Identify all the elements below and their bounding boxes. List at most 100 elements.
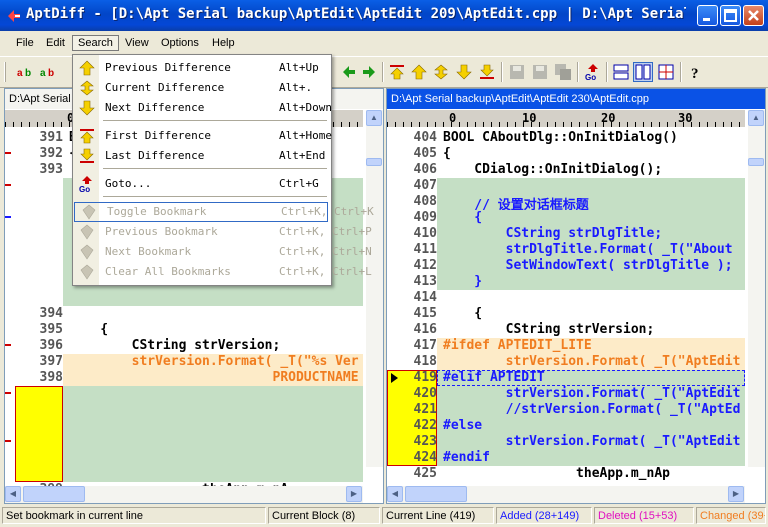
arrow-last-icon [80,148,94,163]
menu-view[interactable]: View [120,36,154,50]
line-text: strVersion.Format( _T("AptEdit [443,434,741,449]
menu-item-clear-all-bookmarks[interactable]: Clear All Bookmarks Ctrl+K, Ctrl+L [73,263,372,281]
menu-item-goto[interactable]: Go Goto... Ctrl+G [73,175,331,193]
code-line[interactable]: 416 CString strVersion; [387,322,745,338]
scroll-right-button[interactable]: ▶ [728,486,744,502]
code-line[interactable]: 408 // 设置对话框标题 [387,194,745,213]
scroll-up-button[interactable]: ▲ [748,110,764,126]
line-number: 406 [413,162,437,177]
code-line[interactable] [5,386,363,402]
menu-search[interactable]: Search [72,35,119,51]
code-line[interactable]: 412 SetWindowText( strDlgTitle ); [387,258,745,274]
left-vertical-scrollbar[interactable]: ▲ [366,110,383,467]
menu-item-current-difference[interactable]: Current Difference Alt+. [73,79,331,97]
code-line[interactable] [5,466,363,482]
line-text: CString strVersion; [69,338,281,353]
save-right-icon[interactable] [531,63,549,81]
code-line[interactable]: 404 BOOL CAboutDlg::OnInitDialog() [387,130,745,146]
code-line[interactable] [5,290,363,306]
code-line[interactable]: 411 strDlgTitle.Format( _T("About [387,242,745,258]
scroll-thumb[interactable] [748,158,764,166]
bookmark-clear-icon [80,264,94,280]
code-line[interactable]: 395 { [5,322,363,338]
prev-file-icon[interactable] [340,63,358,81]
code-line[interactable]: 406 CDialog::OnInitDialog(); [387,162,745,178]
line-number: 394 [39,306,63,321]
menu-edit[interactable]: Edit [41,36,70,50]
help-icon[interactable]: ? [687,63,705,81]
code-line[interactable]: 423 strVersion.Format( _T("AptEdit [387,434,745,450]
scroll-thumb[interactable] [405,486,467,502]
right-vertical-scrollbar[interactable]: ▲ [748,110,765,467]
menu-item-previous-difference[interactable]: Previous Difference Alt+Up [73,59,331,77]
code-line[interactable]: 420 strVersion.Format( _T("AptEdit [387,386,745,402]
code-line[interactable]: 396 CString strVersion; [5,338,363,354]
scroll-left-button[interactable]: ◀ [5,486,21,502]
line-number: 415 [413,306,437,321]
menu-item-last-difference[interactable]: Last Difference Alt+End [73,147,331,165]
code-line[interactable] [5,434,363,450]
next-difference-icon[interactable] [455,63,473,81]
code-line[interactable]: 398 PRODUCTNAME [5,370,363,386]
code-line[interactable]: 421 //strVersion.Format( _T("AptEd [387,402,745,418]
code-line[interactable]: 415 { [387,306,745,322]
menu-help[interactable]: Help [207,36,240,50]
code-line[interactable] [5,418,363,434]
code-line[interactable]: 409 { [387,210,745,226]
code-line[interactable]: 425 theApp.m_nAp [387,466,745,482]
compare-ab-icon[interactable]: ab [40,63,58,81]
menu-item-next-difference[interactable]: Next Difference Alt+Down [73,99,332,117]
line-number: 392 [39,146,63,161]
minimize-button[interactable] [697,5,718,26]
single-view-icon[interactable] [657,63,675,81]
status-deleted: Deleted (15+53) [594,507,694,524]
first-difference-icon[interactable] [388,63,406,81]
menu-item-toggle-bookmark[interactable]: Toggle Bookmark Ctrl+K, Ctrl+K [74,202,374,222]
code-line[interactable]: 424 #endif [387,450,745,466]
svg-text:Go: Go [79,185,90,192]
menu-item-shortcut: Ctrl+K, Ctrl+N [279,245,372,258]
previous-difference-icon[interactable] [410,63,428,81]
menu-item-next-bookmark[interactable]: Next Bookmark Ctrl+K, Ctrl+N [73,243,372,261]
save-left-icon[interactable] [508,63,526,81]
code-line[interactable] [5,450,363,466]
code-line[interactable]: 397 strVersion.Format( _T("%s Ver [5,354,363,370]
scroll-thumb[interactable] [23,486,85,502]
line-text: CDialog::OnInitDialog(); [443,162,663,177]
menu-options[interactable]: Options [156,36,204,50]
left-horizontal-scrollbar[interactable]: ◀ ▶ [5,486,363,503]
code-line[interactable]: 394 [5,306,363,322]
menu-item-previous-bookmark[interactable]: Previous Bookmark Ctrl+K, Ctrl+P [73,223,372,241]
menu-file[interactable]: File [11,36,39,50]
code-line[interactable]: 418 strVersion.Format( _T("AptEdit [387,354,745,370]
scroll-right-button[interactable]: ▶ [346,486,362,502]
line-number: 405 [413,146,437,161]
save-all-icon[interactable] [554,63,572,81]
code-line[interactable]: 414 [387,290,745,306]
next-file-icon[interactable] [360,63,378,81]
code-line[interactable]: 407 [387,178,745,194]
code-line[interactable]: 413 } [387,274,745,290]
code-line[interactable]: 417 #ifdef APTEDIT_LITE [387,338,745,354]
current-difference-icon[interactable] [432,63,450,81]
scroll-up-button[interactable]: ▲ [366,110,382,126]
right-file-pane[interactable]: D:\Apt Serial backup\AptEdit\AptEdit 230… [386,88,766,504]
right-horizontal-scrollbar[interactable]: ◀ ▶ [387,486,745,503]
maximize-button[interactable] [720,5,741,26]
scroll-left-button[interactable]: ◀ [387,486,403,502]
swap-ab-icon[interactable]: ab [17,63,35,81]
last-difference-icon[interactable] [478,63,496,81]
code-line[interactable]: 405 { [387,146,745,162]
close-button[interactable] [743,5,764,26]
code-line[interactable] [5,402,363,418]
horizontal-split-icon[interactable] [612,63,630,81]
scroll-thumb[interactable] [366,158,382,166]
code-line[interactable]: 422 #else [387,418,745,434]
line-text: CString strDlgTitle; [443,226,663,241]
menu-item-shortcut: Ctrl+K, Ctrl+P [279,225,372,238]
menu-item-first-difference[interactable]: First Difference Alt+Home [73,127,332,145]
line-number: 397 [39,354,63,369]
code-line[interactable]: 410 CString strDlgTitle; [387,226,745,242]
goto-icon[interactable]: Go [584,63,602,81]
vertical-split-icon[interactable] [633,62,653,82]
